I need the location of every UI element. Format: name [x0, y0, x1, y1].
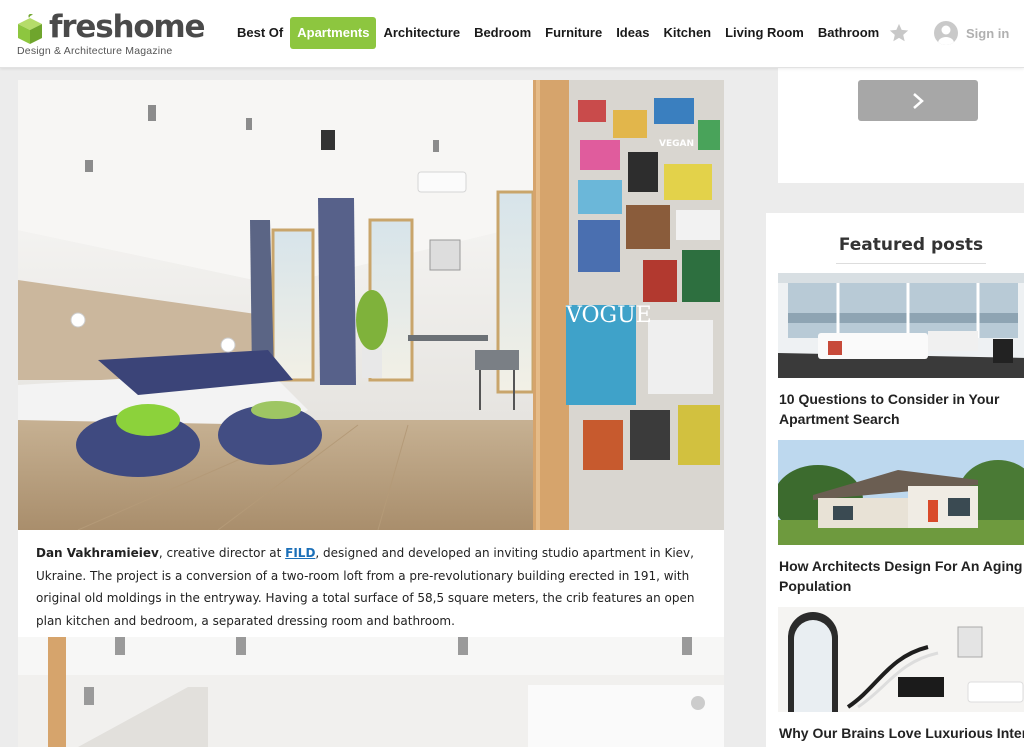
- featured-posts-panel: Featured posts 10 Questions to Consider …: [766, 213, 1024, 747]
- featured-divider: [836, 263, 986, 264]
- nav-item-kitchen[interactable]: Kitchen: [656, 17, 718, 49]
- fild-link[interactable]: FILD: [285, 546, 315, 560]
- logo-tagline: Design & Architecture Magazine: [17, 45, 173, 57]
- star-icon[interactable]: [888, 22, 910, 44]
- sign-in-button[interactable]: Sign in: [934, 21, 1009, 45]
- featured-post-title[interactable]: 10 Questions to Consider in Your Apartme…: [779, 389, 1024, 429]
- nav-item-ideas[interactable]: Ideas: [609, 17, 656, 49]
- featured-post-thumbnail[interactable]: [778, 607, 1024, 712]
- article-card: VOGUE VEGAN Dan Vakhramieiev, creative d…: [18, 80, 724, 637]
- nav-item-furniture[interactable]: Furniture: [538, 17, 609, 49]
- featured-post-title[interactable]: Why Our Brains Love Luxurious Interiors: [779, 723, 1024, 743]
- chevron-right-icon: [913, 92, 924, 109]
- nav-item-bathroom[interactable]: Bathroom: [811, 17, 886, 49]
- user-avatar-icon: [934, 21, 958, 45]
- nav-item-apartments[interactable]: Apartments: [290, 17, 377, 49]
- slider-next-button[interactable]: [858, 80, 978, 121]
- featured-post-title[interactable]: How Architects Design For An Aging Popul…: [779, 556, 1024, 596]
- featured-posts-title: Featured posts: [838, 235, 984, 255]
- logo-cube-icon: [18, 14, 42, 44]
- nav-item-bedroom[interactable]: Bedroom: [467, 17, 538, 49]
- logo-wordmark: freshome: [49, 9, 206, 45]
- nav-item-living-room[interactable]: Living Room: [718, 17, 811, 49]
- sign-in-label: Sign in: [966, 25, 1010, 41]
- apartment-photo: VOGUE VEGAN: [18, 80, 724, 530]
- caption-author: Dan Vakhramieiev: [36, 546, 159, 560]
- second-apartment-photo: [18, 637, 724, 747]
- sidebar-slider-box: [778, 68, 1024, 183]
- vegan-poster-text: VEGAN: [659, 139, 694, 149]
- featured-post-thumbnail[interactable]: [778, 440, 1024, 545]
- main-nav: Best Of Apartments Architecture Bedroom …: [230, 17, 886, 49]
- nav-item-best-of[interactable]: Best Of: [230, 17, 290, 49]
- article-caption: Dan Vakhramieiev, creative director at F…: [36, 542, 716, 632]
- featured-post-thumbnail[interactable]: [778, 273, 1024, 378]
- vogue-cover-text: VOGUE: [565, 303, 652, 328]
- site-logo[interactable]: freshome Design & Architecture Magazine: [16, 8, 206, 60]
- nav-item-architecture[interactable]: Architecture: [376, 17, 467, 49]
- site-header: freshome Design & Architecture Magazine …: [0, 0, 1024, 68]
- caption-text-before-link: , creative director at: [158, 546, 286, 560]
